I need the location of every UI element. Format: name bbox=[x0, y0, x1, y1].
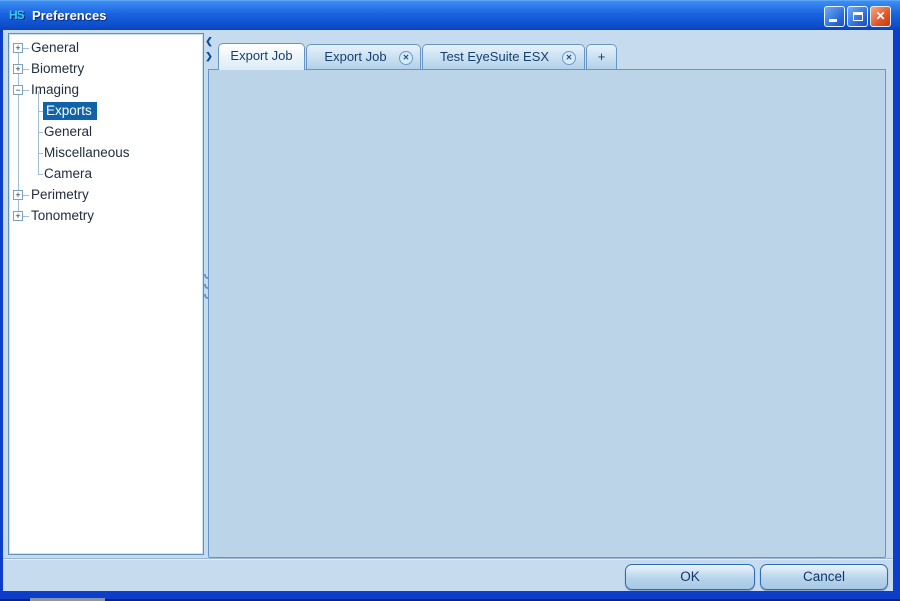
tree-item-camera[interactable]: Camera bbox=[44, 166, 92, 181]
collapse-icon-imaging[interactable]: − bbox=[13, 85, 23, 95]
cancel-button[interactable]: Cancel bbox=[760, 564, 888, 590]
tab-add[interactable]: + bbox=[586, 44, 617, 70]
window-border-bottom bbox=[0, 591, 900, 599]
maximize-icon bbox=[853, 12, 863, 21]
tree-stub bbox=[23, 48, 29, 49]
expand-icon-tonometry[interactable]: + bbox=[13, 211, 23, 221]
tree-stub bbox=[38, 174, 43, 175]
tab-test-eyesuite-esx[interactable]: Test EyeSuite ESX ✕ bbox=[422, 44, 585, 70]
tree-stub bbox=[38, 132, 43, 133]
tree-stub bbox=[23, 90, 29, 91]
tab-export-job-1[interactable]: Export Job bbox=[218, 43, 305, 70]
tree-item-exports[interactable]: Exports bbox=[43, 102, 97, 120]
preferences-dialog: HS Preferences ✕ + + − + + General Biome… bbox=[0, 0, 900, 601]
tree-item-imaging[interactable]: Imaging bbox=[31, 82, 79, 97]
tree-stub bbox=[23, 195, 29, 196]
tree-stub bbox=[23, 216, 29, 217]
maximize-button[interactable] bbox=[847, 6, 868, 27]
tab-label: Export Job bbox=[324, 49, 386, 64]
window-border-left bbox=[0, 30, 3, 592]
expand-icon-biometry[interactable]: + bbox=[13, 64, 23, 74]
ok-button[interactable]: OK bbox=[625, 564, 755, 590]
collapse-left-icon[interactable]: ❮ bbox=[204, 36, 214, 47]
expand-icon-general[interactable]: + bbox=[13, 43, 23, 53]
tree-item-biometry[interactable]: Biometry bbox=[31, 61, 84, 76]
titlebar[interactable]: HS Preferences ✕ bbox=[0, 0, 900, 30]
tree-item-imaging-general[interactable]: General bbox=[44, 124, 92, 139]
add-tab-icon: + bbox=[598, 49, 606, 64]
tab-label: Test EyeSuite ESX bbox=[440, 49, 549, 64]
collapse-right-icon[interactable]: ❯ bbox=[204, 51, 214, 62]
tab-content-panel bbox=[208, 69, 886, 558]
window-title: Preferences bbox=[32, 8, 106, 23]
tab-close-icon[interactable]: ✕ bbox=[562, 51, 576, 65]
minimize-button[interactable] bbox=[824, 6, 845, 27]
tree-item-general[interactable]: General bbox=[31, 40, 79, 55]
close-button[interactable]: ✕ bbox=[870, 6, 891, 27]
tree-item-tonometry[interactable]: Tonometry bbox=[31, 208, 94, 223]
tab-label: Export Job bbox=[230, 48, 292, 63]
tree-item-perimetry[interactable]: Perimetry bbox=[31, 187, 89, 202]
close-icon: ✕ bbox=[875, 9, 885, 23]
app-logo-icon: HS bbox=[9, 7, 29, 24]
tree-stub bbox=[38, 153, 43, 154]
tree-item-miscellaneous[interactable]: Miscellaneous bbox=[44, 145, 130, 160]
footer-separator-highlight bbox=[3, 559, 893, 560]
expand-icon-perimetry[interactable]: + bbox=[13, 190, 23, 200]
tree-stub bbox=[23, 69, 29, 70]
tab-export-job-2[interactable]: Export Job ✕ bbox=[306, 44, 421, 70]
minimize-icon bbox=[829, 19, 837, 22]
window-border-right bbox=[893, 30, 900, 592]
tab-close-icon[interactable]: ✕ bbox=[399, 51, 413, 65]
